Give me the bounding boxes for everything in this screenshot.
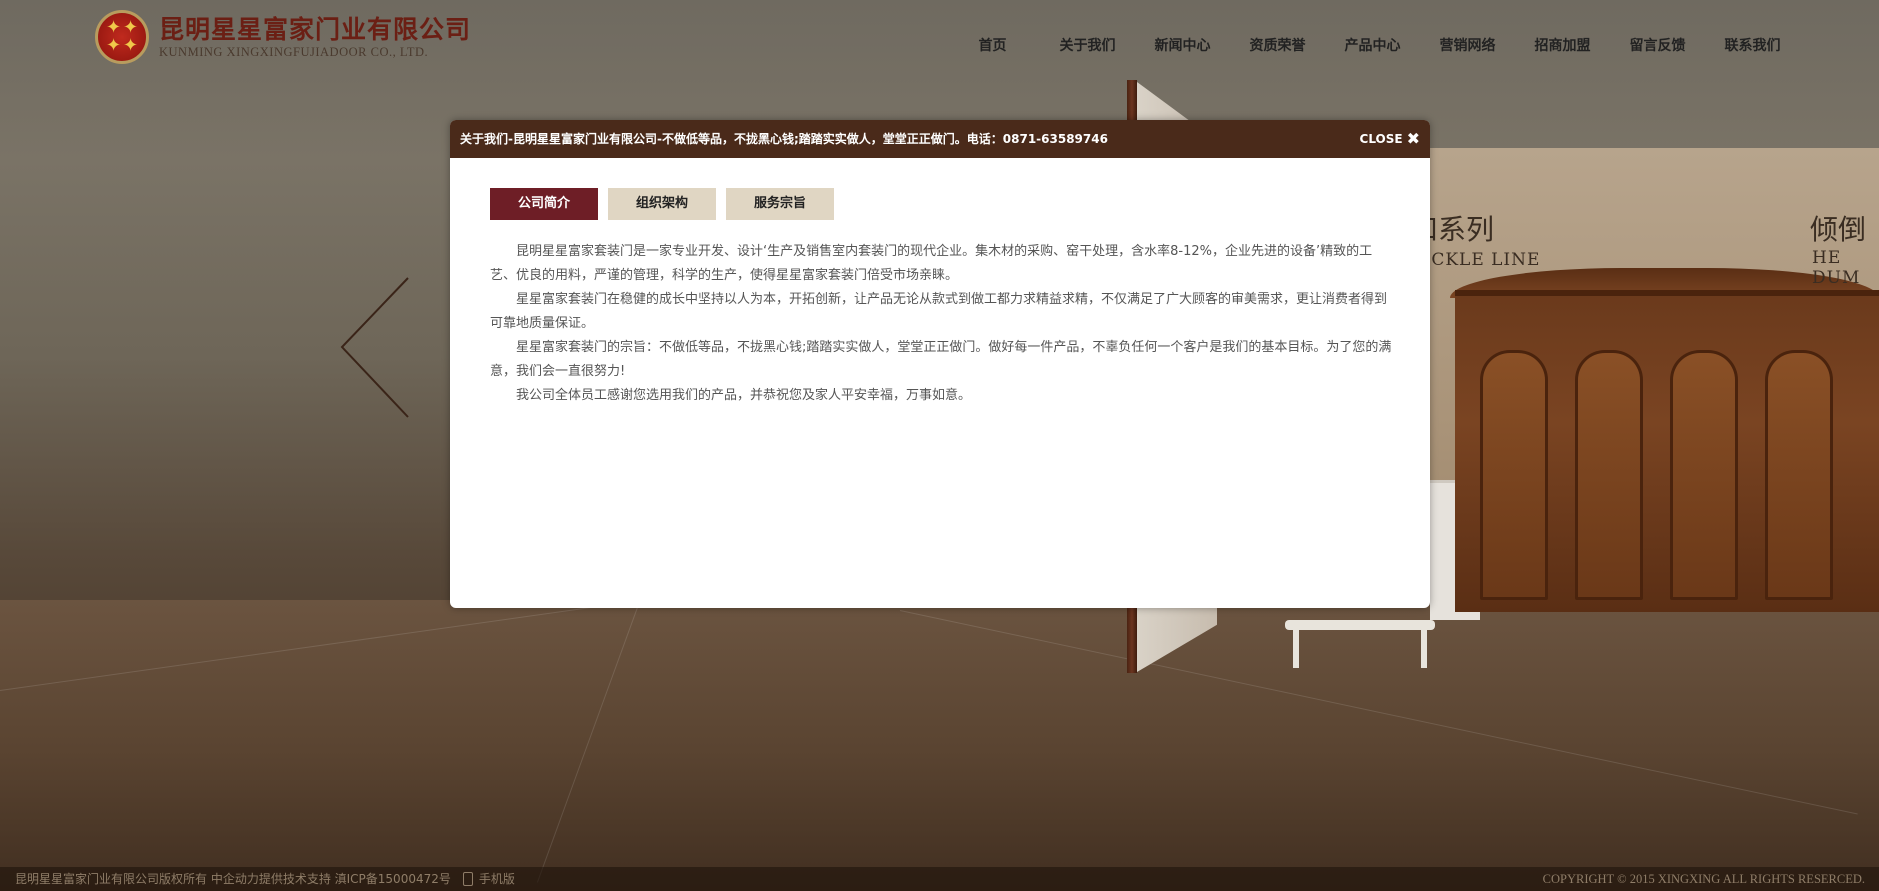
series2-title-en: HE DUM [1812,248,1861,288]
series-title-en: UCKLE LINE [1416,250,1541,270]
logo-name-cn: 昆明星星富家门业有限公司 [159,14,472,44]
cabinet-door [1575,350,1643,600]
intro-paragraph: 昆明星星富家套装门是一家专业开发、设计‘生产及销售室内套装门的现代企业。集木材的… [490,244,1373,283]
main-nav: 首页 关于我们 新闻中心 资质荣誉 产品中心 营销网络 招商加盟 留言反馈 联系… [945,35,1800,55]
logo-name-en: KUNMING XINGXINGFUJIADOOR CO., LTD. [159,44,429,59]
nav-item-about[interactable]: 关于我们 [1040,35,1135,55]
nav-item-home[interactable]: 首页 [945,35,1040,55]
mobile-version-link[interactable]: 手机版 [479,867,515,891]
nav-item-honors[interactable]: 资质荣誉 [1230,35,1325,55]
close-icon: ✖ [1406,129,1420,148]
mobile-phone-icon [462,872,473,886]
prev-slide-arrow-icon[interactable] [338,275,412,420]
nav-item-products[interactable]: 产品中心 [1325,35,1420,55]
site-header: ✦ ✦ ✦ ✦ 昆明星星富家门业有限公司 KUNMING XINGXINGFUJ… [0,0,1879,80]
intro-paragraph: 星星富家套装门在稳健的成长中坚持以人为本，开拓创新，让产品无论从款式到做工都力求… [490,292,1388,331]
tab-service-principle[interactable]: 服务宗旨 [726,188,834,220]
close-button[interactable]: CLOSE ✖ [1359,129,1420,148]
footer-left: 昆明星星富家门业有限公司版权所有 中企动力提供技术支持 滇ICP备1500047… [15,867,515,891]
close-label: CLOSE [1359,132,1403,146]
intro-paragraph: 星星富家套装门的宗旨：不做低等品，不拢黑心钱;踏踏实实做人，堂堂正正做门。做好每… [490,340,1392,379]
nav-item-feedback[interactable]: 留言反馈 [1610,35,1705,55]
logo-text: 昆明星星富家门业有限公司 KUNMING XINGXINGFUJIADOOR C… [159,15,471,60]
side-table-image [1285,600,1435,668]
nav-item-marketing[interactable]: 营销网络 [1420,35,1515,55]
intro-paragraph: 我公司全体员工感谢您选用我们的产品，并恭祝您及家人平安幸福，万事如意。 [516,388,972,403]
tab-company-intro[interactable]: 公司简介 [490,188,598,220]
cabinet-door [1480,350,1548,600]
nav-item-news[interactable]: 新闻中心 [1135,35,1230,55]
modal-content: 昆明星星富家套装门是一家专业开发、设计‘生产及销售室内套装门的现代企业。集木材的… [490,240,1392,408]
footer-copyright-en: COPYRIGHT © 2015 XINGXING ALL RIGHTS RES… [1542,872,1865,886]
modal-header: 关于我们-昆明星星富家门业有限公司-不做低等品，不拢黑心钱;踏踏实实做人，堂堂正… [450,120,1430,158]
logo-emblem-icon: ✦ ✦ ✦ ✦ [95,10,149,64]
nav-item-contact[interactable]: 联系我们 [1705,35,1800,55]
modal-tabs: 公司简介 组织架构 服务宗旨 [490,188,834,220]
logo[interactable]: ✦ ✦ ✦ ✦ 昆明星星富家门业有限公司 KUNMING XINGXINGFUJ… [95,10,471,64]
series2-title-cn: 倾倒 [1810,213,1867,246]
nav-item-franchise[interactable]: 招商加盟 [1515,35,1610,55]
footer-copyright-cn: 昆明星星富家门业有限公司版权所有 中企动力提供技术支持 滇ICP备1500047… [15,872,451,886]
cabinet-door [1670,350,1738,600]
cabinet-door [1765,350,1833,600]
about-modal: 关于我们-昆明星星富家门业有限公司-不做低等品，不拢黑心钱;踏踏实实做人，堂堂正… [450,120,1430,608]
floor [0,600,1879,891]
tab-organization[interactable]: 组织架构 [608,188,716,220]
modal-title: 关于我们-昆明星星富家门业有限公司-不做低等品，不拢黑心钱;踏踏实实做人，堂堂正… [460,132,1108,146]
site-footer: 昆明星星富家门业有限公司版权所有 中企动力提供技术支持 滇ICP备1500047… [0,867,1879,891]
